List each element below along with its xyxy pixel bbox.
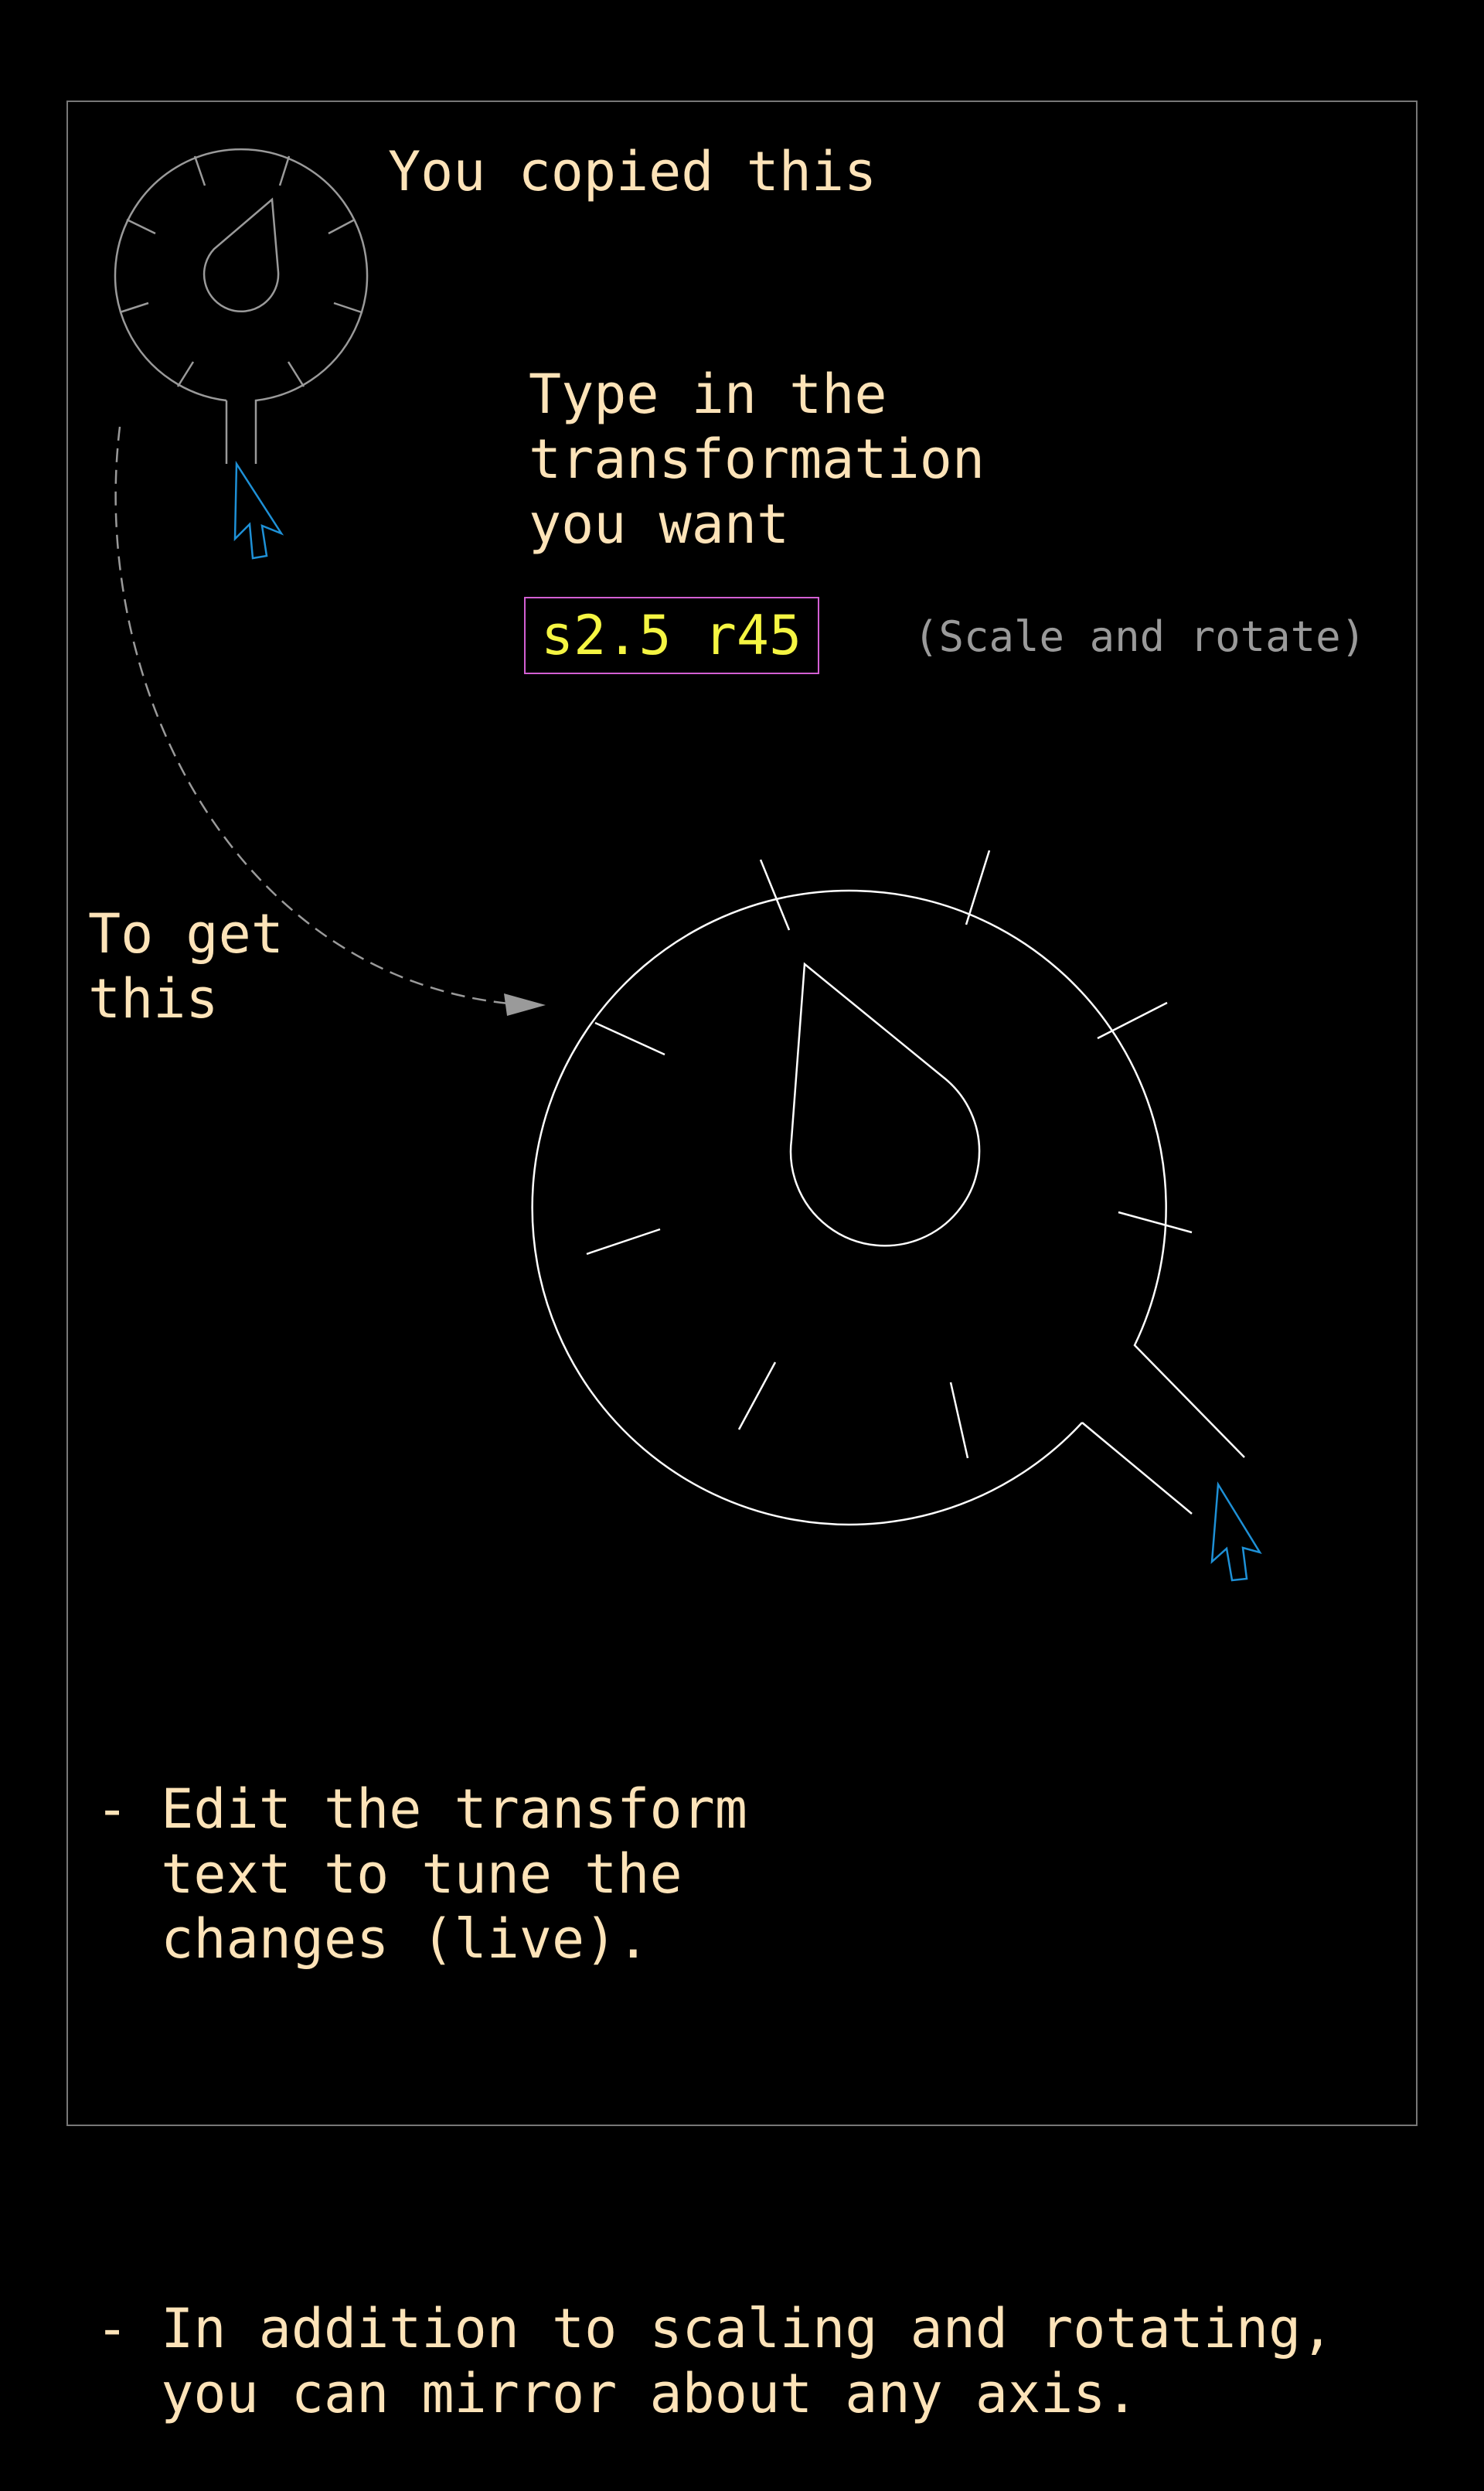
tips-list: - Edit the transform text to tune the ch… xyxy=(96,1647,1333,2491)
result-gauge-symbol[interactable] xyxy=(531,850,1245,1526)
mouse-pointer-icon xyxy=(1210,1481,1262,1582)
tip-edit-live: - Edit the transform text to tune the ch… xyxy=(96,1777,747,1971)
mouse-pointer-icon xyxy=(233,460,284,560)
source-gauge-ticks xyxy=(119,155,362,387)
transform-input[interactable]: s2.5 r45 xyxy=(524,597,819,674)
result-gauge-outline xyxy=(531,889,1245,1526)
tip-mirror: - In addition to scaling and rotating, y… xyxy=(96,2297,1334,2425)
source-caption: You copied this xyxy=(388,140,877,203)
result-gauge-needle-icon xyxy=(789,962,981,1247)
source-gauge-symbol[interactable] xyxy=(114,148,369,464)
tip-spacer xyxy=(96,2101,1333,2166)
result-caption: To get this xyxy=(88,902,284,1031)
arrow-head-icon xyxy=(504,993,546,1016)
instruction-text: Type in the transformation you want xyxy=(529,363,985,556)
source-gauge-needle-icon xyxy=(203,197,280,312)
transform-hint: (Scale and rotate) xyxy=(914,612,1367,661)
source-gauge-outline xyxy=(114,148,369,464)
